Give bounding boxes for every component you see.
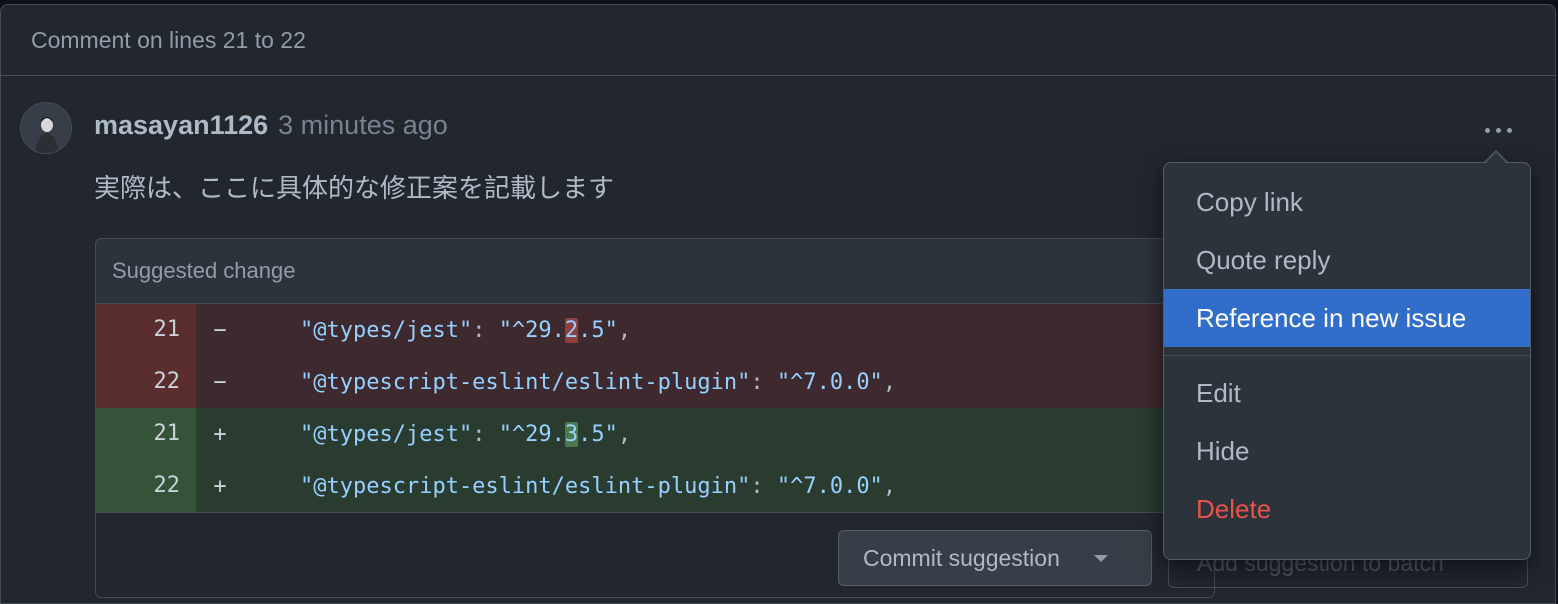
- diff-sign: −: [213, 369, 227, 395]
- changed-char: 3: [564, 421, 579, 447]
- diff-row-added: 21 + "@types/jest": "^29.3.5",: [96, 408, 1214, 460]
- code-line: "@typescript-eslint/eslint-plugin": "^7.…: [242, 370, 896, 395]
- kebab-dot-icon: [1484, 127, 1490, 133]
- json-value: "^29.: [498, 421, 565, 447]
- code-line: "@types/jest": "^29.3.5",: [242, 421, 632, 447]
- menu-pointer-fill: [1486, 152, 1506, 163]
- more-options-button[interactable]: [1478, 116, 1518, 144]
- json-separator: :: [750, 369, 777, 395]
- timestamp-link[interactable]: 3 minutes ago: [278, 110, 448, 141]
- menu-item-edit[interactable]: Edit: [1164, 364, 1530, 422]
- comment-body: 実際は、ここに具体的な修正案を記載します: [94, 173, 615, 203]
- commit-suggestion-label: Commit suggestion: [863, 544, 1060, 571]
- changed-char: 2: [564, 317, 579, 343]
- menu-item-delete[interactable]: Delete: [1164, 480, 1530, 538]
- diff-row-deleted: 21 − "@types/jest": "^29.2.5",: [96, 304, 1214, 356]
- code-line: "@typescript-eslint/eslint-plugin": "^7.…: [242, 474, 896, 499]
- commit-suggestion-button[interactable]: Commit suggestion: [838, 530, 1152, 586]
- kebab-dot-icon: [1495, 127, 1501, 133]
- json-separator: :: [472, 421, 499, 447]
- code-line: "@types/jest": "^29.2.5",: [242, 317, 632, 343]
- diff-row-deleted: 22 − "@typescript-eslint/eslint-plugin":…: [96, 356, 1214, 408]
- kebab-dot-icon: [1506, 127, 1512, 133]
- diff-block: 21 − "@types/jest": "^29.2.5", 22 − "@ty…: [96, 304, 1214, 513]
- comment-lines-title: Comment on lines 21 to 22: [31, 26, 306, 53]
- diff-sign: −: [213, 317, 227, 343]
- line-number: 22: [96, 460, 196, 512]
- comment-header: masayan1126 3 minutes ago: [94, 110, 448, 141]
- json-comma: ,: [882, 369, 897, 395]
- avatar[interactable]: [20, 102, 72, 154]
- json-separator: :: [750, 473, 777, 499]
- json-key: "@types/jest": [300, 317, 473, 343]
- json-separator: :: [472, 317, 499, 343]
- json-value-rest: .5": [578, 421, 618, 447]
- comment-actions-menu: Copy link Quote reply Reference in new i…: [1163, 162, 1531, 560]
- chevron-down-icon: [1093, 554, 1108, 562]
- menu-item-quote-reply[interactable]: Quote reply: [1164, 231, 1530, 289]
- json-value: "^29.: [498, 317, 565, 343]
- line-number: 21: [96, 408, 196, 460]
- menu-divider: [1164, 355, 1530, 356]
- json-value: "^7.0.0": [776, 369, 883, 395]
- avatar-image-icon: [21, 103, 71, 153]
- menu-item-hide[interactable]: Hide: [1164, 422, 1530, 480]
- suggested-change-title: Suggested change: [96, 239, 1214, 304]
- json-key: "@types/jest": [300, 421, 473, 447]
- panel-header: Comment on lines 21 to 22: [1, 5, 1555, 76]
- author-link[interactable]: masayan1126: [94, 110, 268, 141]
- menu-item-copy-link[interactable]: Copy link: [1164, 173, 1530, 231]
- diff-row-added: 22 + "@typescript-eslint/eslint-plugin":…: [96, 460, 1214, 512]
- json-value: "^7.0.0": [776, 473, 883, 499]
- menu-item-reference-in-new-issue[interactable]: Reference in new issue: [1164, 289, 1530, 347]
- json-value-rest: .5": [578, 317, 618, 343]
- json-comma: ,: [617, 317, 632, 343]
- line-number: 22: [96, 356, 196, 408]
- diff-sign: +: [213, 473, 227, 499]
- json-key: "@typescript-eslint/eslint-plugin": [300, 473, 751, 499]
- diff-sign: +: [213, 421, 227, 447]
- json-key: "@typescript-eslint/eslint-plugin": [300, 369, 751, 395]
- json-comma: ,: [617, 421, 632, 447]
- line-number: 21: [96, 304, 196, 356]
- json-comma: ,: [882, 473, 897, 499]
